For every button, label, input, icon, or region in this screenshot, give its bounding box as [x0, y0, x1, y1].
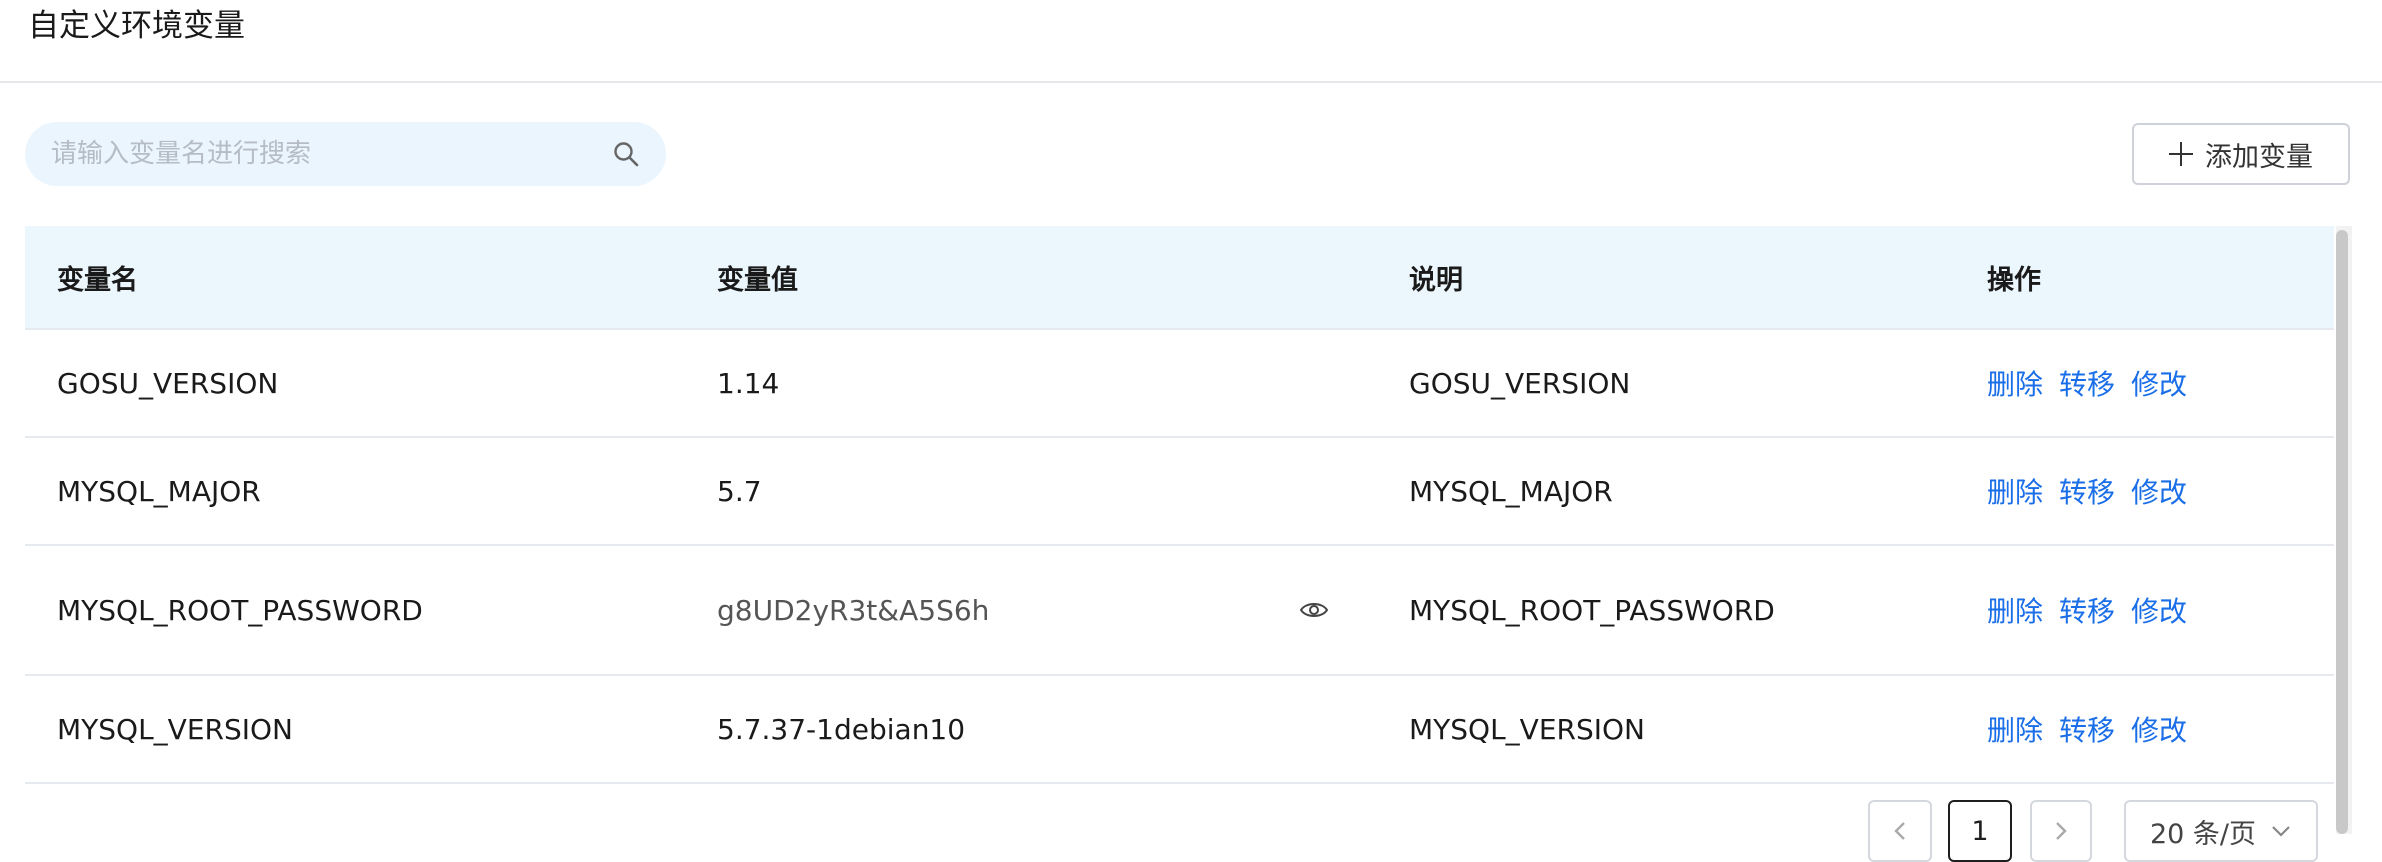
search-icon[interactable] — [610, 138, 642, 170]
column-header-value: 变量值 — [717, 264, 798, 296]
row-actions: 删除 转移 修改 — [1987, 709, 2334, 749]
column-header-name: 变量名 — [57, 264, 138, 296]
edit-link[interactable]: 修改 — [2131, 709, 2187, 749]
page-size-select[interactable]: 20 条/页 — [2124, 800, 2318, 862]
page-number-button[interactable]: 1 — [1948, 800, 2012, 862]
search-input[interactable] — [49, 138, 610, 170]
variable-description: GOSU_VERSION — [1409, 366, 1631, 400]
add-variable-button[interactable]: 添加变量 — [2132, 123, 2350, 185]
chevron-down-icon — [2272, 826, 2290, 837]
variable-value: 1.14 — [717, 366, 780, 400]
page-title: 自定义环境变量 — [28, 8, 245, 44]
eye-icon[interactable] — [1297, 593, 1331, 627]
scrollbar-thumb[interactable] — [2336, 230, 2348, 834]
transfer-link[interactable]: 转移 — [2059, 590, 2115, 630]
edit-link[interactable]: 修改 — [2131, 471, 2187, 511]
variable-name: MYSQL_ROOT_PASSWORD — [57, 593, 423, 627]
delete-link[interactable]: 删除 — [1987, 590, 2043, 630]
row-actions: 删除 转移 修改 — [1987, 590, 2334, 630]
prev-page-button[interactable] — [1868, 800, 1932, 862]
variable-name: GOSU_VERSION — [57, 366, 279, 400]
delete-link[interactable]: 删除 — [1987, 363, 2043, 403]
table-row: MYSQL_VERSION 5.7.37-1debian10 MYSQL_VER… — [25, 676, 2334, 784]
delete-link[interactable]: 删除 — [1987, 709, 2043, 749]
row-actions: 删除 转移 修改 — [1987, 363, 2334, 403]
table-row: MYSQL_MAJOR 5.7 MYSQL_MAJOR 删除 转移 修改 — [25, 438, 2334, 546]
variable-description: MYSQL_VERSION — [1409, 712, 1645, 746]
next-page-button[interactable] — [2030, 800, 2092, 862]
table-row: MYSQL_ROOT_PASSWORD g8UD2yR3t&A5S6h MYSQ… — [25, 546, 2334, 676]
edit-link[interactable]: 修改 — [2131, 590, 2187, 630]
edit-link[interactable]: 修改 — [2131, 363, 2187, 403]
variables-table: 变量名 变量值 说明 操作 GOSU_VERSION 1.14 GOSU_VER… — [25, 226, 2334, 784]
chevron-left-icon — [1894, 822, 1905, 840]
variable-value: 5.7 — [717, 474, 762, 508]
variable-value-cell: g8UD2yR3t&A5S6h — [717, 593, 1409, 627]
variable-description: MYSQL_ROOT_PASSWORD — [1409, 593, 1775, 627]
variable-name: MYSQL_MAJOR — [57, 474, 261, 508]
add-variable-label: 添加变量 — [2205, 141, 2313, 173]
table-row: GOSU_VERSION 1.14 GOSU_VERSION 删除 转移 修改 — [25, 330, 2334, 438]
variable-name: MYSQL_VERSION — [57, 712, 293, 746]
column-header-actions: 操作 — [1987, 264, 2041, 296]
page-size-label: 20 条/页 — [2149, 818, 2257, 850]
column-header-description: 说明 — [1409, 264, 1463, 296]
table-header: 变量名 变量值 说明 操作 — [25, 226, 2334, 330]
delete-link[interactable]: 删除 — [1987, 471, 2043, 511]
transfer-link[interactable]: 转移 — [2059, 709, 2115, 749]
search-box[interactable] — [25, 122, 666, 186]
chevron-right-icon — [2056, 822, 2067, 840]
transfer-link[interactable]: 转移 — [2059, 363, 2115, 403]
plus-icon — [2169, 142, 2193, 166]
variable-description: MYSQL_MAJOR — [1409, 474, 1613, 508]
row-actions: 删除 转移 修改 — [1987, 471, 2334, 511]
transfer-link[interactable]: 转移 — [2059, 471, 2115, 511]
variable-value: 5.7.37-1debian10 — [717, 712, 966, 746]
title-divider — [0, 81, 2382, 83]
variable-value: g8UD2yR3t&A5S6h — [717, 593, 990, 627]
